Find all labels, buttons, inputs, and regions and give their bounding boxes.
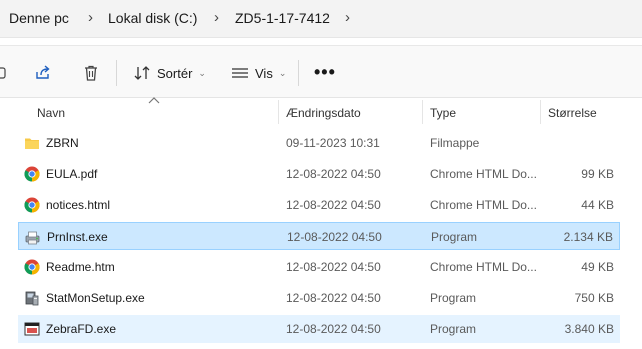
file-size: 750 KB [574, 291, 614, 305]
file-size: 44 KB [581, 198, 614, 212]
installer-icon [25, 291, 39, 306]
rename-icon[interactable] [0, 63, 10, 83]
file-type: Filmappe [430, 136, 480, 150]
file-type: Chrome HTML Do... [430, 260, 537, 274]
file-row[interactable]: StatMonSetup.exe 12-08-2022 04:50 Progra… [18, 284, 620, 312]
file-row[interactable]: EULA.pdf 12-08-2022 04:50 Chrome HTML Do… [18, 160, 620, 188]
file-date: 12-08-2022 04:50 [286, 322, 381, 336]
chrome-icon [24, 166, 40, 182]
toolbar-divider [298, 60, 299, 86]
column-header-row: Navn Ændringsdato Type Størrelse [0, 97, 642, 126]
file-date: 12-08-2022 04:50 [286, 167, 381, 181]
sort-ascending-icon [148, 97, 160, 104]
file-size: 99 KB [581, 167, 614, 181]
file-size: 49 KB [581, 260, 614, 274]
breadcrumb-lokal-disk[interactable]: Lokal disk (C:) [108, 10, 197, 26]
file-name: EULA.pdf [46, 167, 98, 181]
view-button[interactable]: Vis ⌄ [231, 62, 286, 84]
file-date: 12-08-2022 04:50 [286, 198, 381, 212]
command-bar: Sortér ⌄ Vis ⌄ ••• [0, 45, 642, 98]
sort-label: Sortér [157, 65, 193, 81]
file-name: Readme.htm [46, 260, 115, 274]
column-type-header[interactable]: Type [430, 106, 456, 120]
breadcrumb-chevron-icon[interactable]: › [214, 9, 219, 26]
file-date: 12-08-2022 04:50 [287, 230, 382, 244]
chevron-down-icon: ⌄ [198, 67, 206, 78]
file-name: StatMonSetup.exe [46, 291, 145, 305]
chrome-icon [24, 259, 40, 275]
folder-icon [25, 138, 39, 149]
column-divider[interactable] [278, 100, 279, 124]
share-icon[interactable] [33, 63, 53, 83]
column-divider[interactable] [540, 100, 541, 124]
address-bar[interactable]: Denne pc › Lokal disk (C:) › ZD5-1-17-74… [0, 0, 642, 38]
file-type: Program [430, 322, 477, 336]
file-type: Program [431, 230, 478, 244]
file-row[interactable]: Readme.htm 12-08-2022 04:50 Chrome HTML … [18, 253, 620, 281]
more-options-button[interactable]: ••• [314, 63, 336, 81]
file-name: PrnInst.exe [47, 230, 108, 244]
toolbar-divider [116, 60, 117, 86]
file-type: Chrome HTML Do... [430, 198, 537, 212]
breadcrumb-denne-pc[interactable]: Denne pc [9, 10, 69, 26]
chevron-down-icon: ⌄ [278, 67, 287, 78]
file-row[interactable]: ZBRN 09-11-2023 10:31 Filmappe [18, 129, 620, 157]
file-size: 2.134 KB [563, 230, 613, 244]
column-date-header[interactable]: Ændringsdato [286, 106, 361, 120]
breadcrumb-chevron-icon[interactable]: › [345, 9, 350, 26]
column-name-header[interactable]: Navn [37, 106, 65, 120]
file-date: 12-08-2022 04:50 [286, 260, 381, 274]
breadcrumb-current-folder[interactable]: ZD5-1-17-7412 [235, 10, 330, 26]
sort-icon [134, 66, 150, 80]
file-row-selected[interactable]: PrnInst.exe 12-08-2022 04:50 Program 2.1… [18, 222, 620, 250]
file-type: Program [430, 291, 477, 305]
file-row-hovered[interactable]: ZebraFD.exe 12-08-2022 04:50 Program 3.8… [18, 315, 620, 343]
view-label: Vis [255, 65, 273, 81]
file-size: 3.840 KB [564, 322, 614, 336]
view-list-icon [232, 68, 248, 78]
file-name: ZebraFD.exe [46, 322, 117, 336]
file-name: ZBRN [46, 136, 79, 150]
file-date: 09-11-2023 10:31 [286, 136, 380, 150]
breadcrumb-chevron-icon[interactable]: › [88, 9, 93, 26]
delete-icon[interactable] [81, 63, 101, 83]
chrome-icon [24, 197, 40, 213]
column-size-header[interactable]: Størrelse [548, 106, 597, 120]
sort-button[interactable]: Sortér ⌄ [133, 62, 206, 84]
file-row[interactable]: notices.html 12-08-2022 04:50 Chrome HTM… [18, 191, 620, 219]
file-name: notices.html [46, 198, 111, 212]
file-date: 12-08-2022 04:50 [286, 291, 381, 305]
app-window-icon [24, 322, 40, 336]
column-divider[interactable] [422, 100, 423, 124]
file-type: Chrome HTML Do... [430, 167, 537, 181]
printer-setup-icon [25, 231, 40, 245]
